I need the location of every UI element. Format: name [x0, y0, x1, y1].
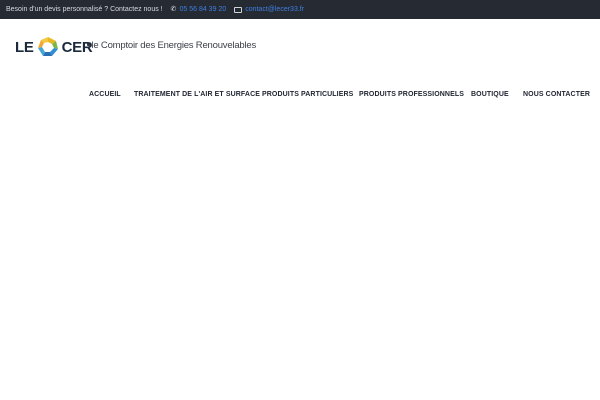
logo-mark-icon — [37, 37, 58, 56]
nav-item-produits-particuliers[interactable]: PRODUITS PARTICULIERS — [262, 91, 353, 98]
phone-link[interactable]: 05 56 84 39 20 — [179, 6, 226, 13]
top-info-bar: Besoin d'un devis personnalisé ? Contact… — [0, 0, 600, 19]
nav-item-boutique[interactable]: BOUTIQUE — [471, 91, 509, 98]
site-header: LE CER le Comptoir des Energies Renouvel… — [0, 19, 600, 115]
nav-item-accueil[interactable]: ACCUEIL — [89, 91, 121, 98]
page-content-area — [0, 115, 600, 400]
site-tagline: le Comptoir des Energies Renouvelables — [87, 40, 256, 51]
tagline-bullet — [87, 43, 90, 46]
tagline-text: le Comptoir des Energies Renouvelables — [91, 40, 257, 51]
devis-message: Besoin d'un devis personnalisé ? Contact… — [6, 6, 163, 13]
nav-item-nous-contacter[interactable]: NOUS CONTACTER — [523, 91, 590, 98]
nav-item-traitement-air-surface[interactable]: TRAITEMENT DE L'AIR ET SURFACE — [134, 91, 260, 98]
logo-text-le: LE — [15, 38, 34, 56]
site-logo[interactable]: LE CER — [15, 35, 93, 59]
main-navigation: ACCUEIL TRAITEMENT DE L'AIR ET SURFACE P… — [0, 91, 600, 103]
mail-icon — [234, 6, 243, 13]
email-link[interactable]: contact@lecer33.fr — [245, 6, 304, 13]
nav-item-produits-professionnels[interactable]: PRODUITS PROFESSIONNELS — [359, 91, 464, 98]
phone-icon: ✆ — [170, 6, 177, 13]
